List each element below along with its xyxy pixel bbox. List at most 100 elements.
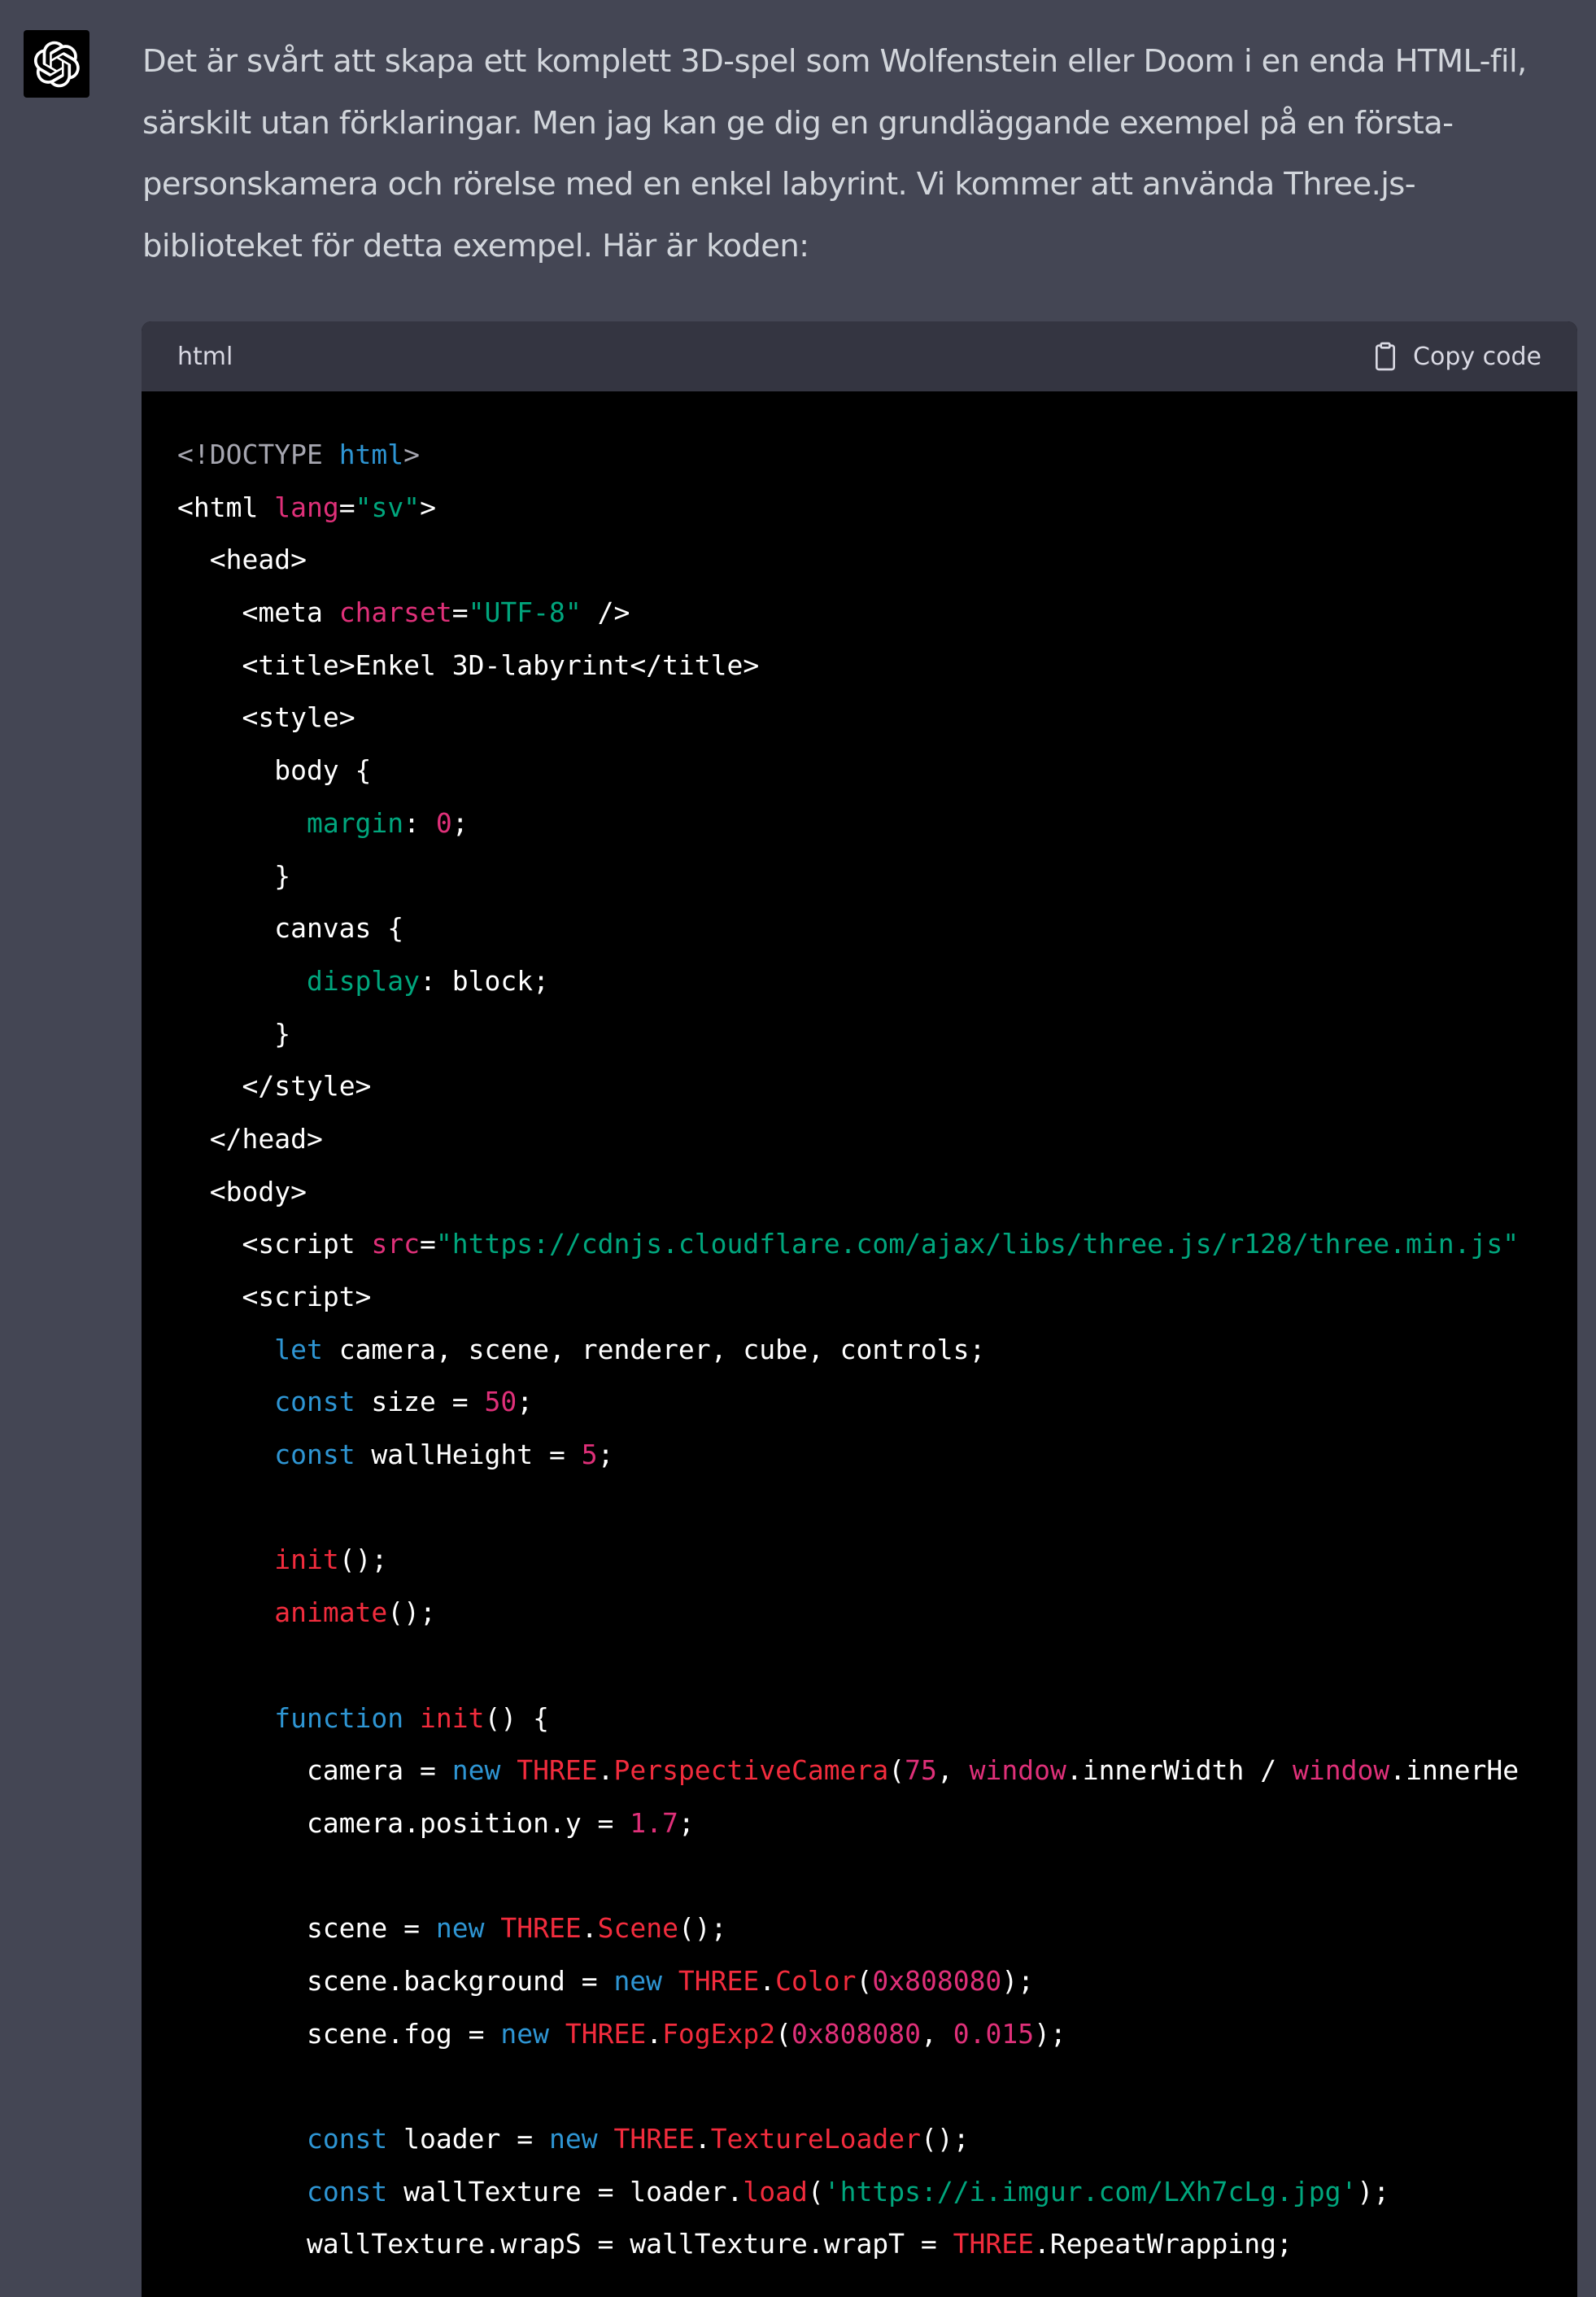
code-token: . xyxy=(694,2123,711,2155)
code-token: ; xyxy=(517,1386,534,1418)
code-token: Color xyxy=(775,1964,857,1997)
code-line: <!DOCTYPE html> xyxy=(177,429,1577,482)
code-token: window xyxy=(1292,1754,1390,1787)
code-line: <script> xyxy=(177,1271,1577,1324)
code-token: ; xyxy=(597,1439,614,1471)
code-token: "sv" xyxy=(355,491,421,523)
code-line: function init() { xyxy=(177,1692,1577,1745)
code-token: <head> xyxy=(209,544,307,576)
code-line: camera.position.y = 1.7; xyxy=(177,1797,1577,1850)
code-token: <title> xyxy=(242,648,355,681)
code-token: <meta xyxy=(242,596,339,629)
code-token: <style> xyxy=(242,701,355,734)
code-token: scene = xyxy=(177,1912,436,1945)
code-token: loader = xyxy=(387,2123,549,2155)
assistant-avatar xyxy=(24,30,89,98)
code-token: . xyxy=(646,2017,663,2050)
code-token: 1.7 xyxy=(630,1806,678,1839)
copy-code-label: Copy code xyxy=(1413,342,1541,371)
openai-logo-icon xyxy=(33,41,80,87)
code-token: TextureLoader xyxy=(710,2123,921,2155)
code-token: "https://cdnjs.cloudflare.com/ajax/libs/… xyxy=(435,1228,1520,1260)
code-header: html Copy code xyxy=(142,321,1577,391)
code-token: THREE xyxy=(565,2017,647,2050)
code-token: .RepeatWrapping; xyxy=(1034,2228,1293,2260)
code-block: html Copy code <!DOCTYPE html> <html lang… xyxy=(142,321,1577,2297)
code-line: <body> xyxy=(177,1166,1577,1219)
code-token: function xyxy=(274,1701,404,1734)
code-token: .innerWidth / xyxy=(1066,1754,1293,1787)
code-token: > xyxy=(420,491,436,523)
code-token: ( xyxy=(775,2017,792,2050)
code-token: src xyxy=(371,1228,421,1260)
code-line: const loader = new THREE.TextureLoader()… xyxy=(177,2113,1577,2166)
code-token: = xyxy=(451,596,469,629)
code-token: () { xyxy=(484,1701,550,1734)
code-token: : xyxy=(403,806,436,839)
code-body: <!DOCTYPE html> <html lang="sv"> <head> <… xyxy=(142,391,1577,2271)
code-line: const size = 50; xyxy=(177,1376,1577,1429)
code-token: , xyxy=(920,2017,953,2050)
code-token: display xyxy=(306,964,421,997)
code-token: . xyxy=(759,1964,776,1997)
code-token: . xyxy=(597,1754,614,1787)
code-token: html xyxy=(338,439,404,470)
code-line: <style> xyxy=(177,692,1577,745)
copy-code-button[interactable]: Copy code xyxy=(1372,341,1541,372)
code-token: 'https://i.imgur.com/LXh7cLg.jpg' xyxy=(823,2175,1358,2207)
code-token: ( xyxy=(856,1964,873,1997)
code-token: Enkel 3D-labyrint xyxy=(355,648,630,681)
message-line: biblioteket för detta exempel. Här är ko… xyxy=(142,227,809,264)
code-token: THREE xyxy=(613,2123,695,2155)
code-line: <script src="https://cdnjs.cloudflare.co… xyxy=(177,1218,1577,1271)
code-token: . xyxy=(581,1912,598,1945)
message-line: Det är svårt att skapa ett komplett 3D-s… xyxy=(142,43,1527,80)
code-token: </head> xyxy=(209,1122,323,1155)
code-line: <head> xyxy=(177,534,1577,587)
code-token: init xyxy=(420,1701,485,1734)
code-token: const xyxy=(274,1439,355,1471)
code-token: scene.background = xyxy=(177,1964,614,1997)
code-token: 0.015 xyxy=(953,2017,1035,2050)
code-token: 0x808080 xyxy=(791,2017,921,2050)
code-token: new xyxy=(500,2017,549,2050)
code-token: <script> xyxy=(242,1281,372,1312)
code-token: = xyxy=(338,491,355,523)
code-token: Scene xyxy=(597,1912,678,1945)
code-token: ); xyxy=(1034,2017,1066,2050)
code-token: (); xyxy=(678,1912,727,1945)
clipboard-icon xyxy=(1376,342,1396,371)
code-token: ); xyxy=(1357,2175,1390,2207)
code-line: let camera, scene, renderer, cube, contr… xyxy=(177,1324,1577,1377)
code-token: new xyxy=(435,1912,485,1945)
code-token: 0 xyxy=(435,806,452,839)
code-token: 0x808080 xyxy=(872,1964,1002,1997)
code-token: window xyxy=(969,1754,1066,1787)
code-token: } xyxy=(177,859,291,892)
code-token: new xyxy=(613,1964,663,1997)
code-line: </head> xyxy=(177,1113,1577,1166)
code-token: ; xyxy=(678,1806,695,1839)
code-line: scene = new THREE.Scene(); xyxy=(177,1902,1577,1955)
code-language-label: html xyxy=(177,342,233,371)
code-token: = xyxy=(420,1228,436,1260)
code-token: init xyxy=(274,1544,339,1576)
code-token: new xyxy=(451,1754,501,1787)
code-token: let xyxy=(274,1333,323,1365)
code-line: <title>Enkel 3D-labyrint</title> xyxy=(177,640,1577,692)
code-token: camera.position.y = xyxy=(177,1806,630,1839)
